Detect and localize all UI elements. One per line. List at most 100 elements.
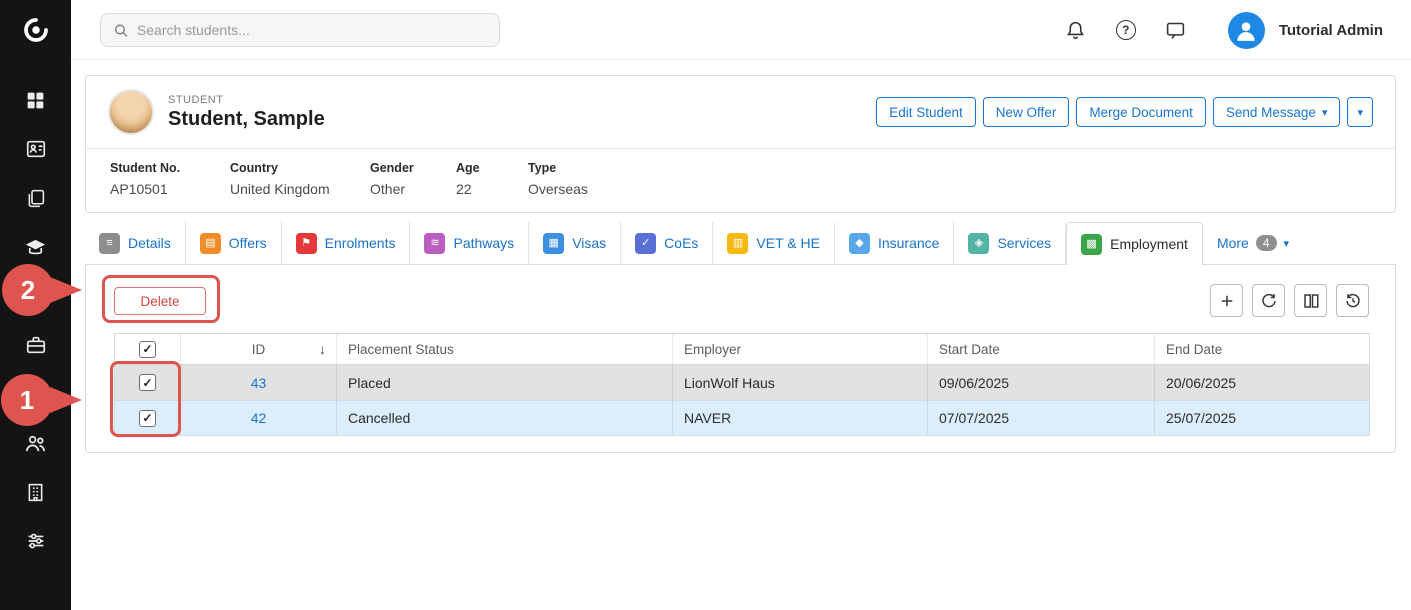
student-tabs: ≡ Details ▤ Offers ⚑ Enrolments ≋ Pathwa… — [85, 222, 1396, 264]
end-date-cell: 20/06/2025 — [1155, 365, 1369, 400]
annotation-step-2-marker: 2 — [2, 264, 54, 316]
annotation-step-2-arrow-icon — [50, 277, 82, 303]
employment-icon[interactable] — [24, 333, 48, 357]
info-age: Age 22 — [456, 161, 528, 197]
info-value: Overseas — [528, 181, 588, 197]
chevron-down-icon: ▾ — [1322, 106, 1328, 119]
record-id-link[interactable]: 43 — [251, 375, 267, 391]
info-label: Type — [528, 161, 588, 175]
pathways-tab-icon: ≋ — [424, 233, 445, 254]
start-date-cell: 07/07/2025 — [928, 401, 1155, 435]
column-header-start-date[interactable]: Start Date — [928, 334, 1155, 364]
info-type: Type Overseas — [528, 161, 588, 197]
edit-student-button[interactable]: Edit Student — [876, 97, 976, 127]
columns-icon — [1302, 292, 1320, 310]
tab-label: VET & HE — [756, 235, 820, 251]
student-search[interactable] — [100, 13, 500, 47]
more-actions-button[interactable]: ▾ — [1347, 97, 1373, 127]
merge-document-button[interactable]: Merge Document — [1076, 97, 1206, 127]
chat-icon[interactable] — [1164, 18, 1188, 42]
chevron-down-icon: ▾ — [1357, 106, 1363, 119]
sort-descending-icon[interactable]: ↓ — [319, 341, 326, 357]
table-row[interactable]: ✓ 42 Cancelled NAVER 07/07/2025 25/07/20… — [115, 400, 1369, 435]
agents-icon[interactable] — [24, 431, 48, 455]
employer-cell: LionWolf Haus — [673, 365, 928, 400]
tab-visas[interactable]: ▦ Visas — [529, 222, 621, 264]
coes-tab-icon: ✓ — [635, 233, 656, 254]
dashboard-icon[interactable] — [24, 88, 48, 112]
placement-status-cell: Cancelled — [337, 401, 673, 435]
start-date-cell: 09/06/2025 — [928, 365, 1155, 400]
chevron-down-icon: ▾ — [1284, 237, 1290, 250]
send-message-button[interactable]: Send Message ▾ — [1213, 97, 1341, 127]
record-id-link[interactable]: 42 — [251, 410, 267, 426]
notifications-bell-icon[interactable] — [1064, 18, 1088, 42]
info-value: 22 — [456, 181, 528, 197]
tab-details[interactable]: ≡ Details — [85, 222, 186, 264]
tab-services[interactable]: ◈ Services — [954, 222, 1066, 264]
info-label: Country — [230, 161, 370, 175]
tab-employment[interactable]: ▩ Employment — [1066, 222, 1203, 265]
column-header-end-date[interactable]: End Date — [1155, 334, 1369, 364]
courses-icon[interactable] — [24, 235, 48, 259]
refresh-icon — [1260, 292, 1278, 310]
tab-label: Pathways — [453, 235, 514, 251]
add-record-button[interactable] — [1210, 284, 1243, 317]
tab-vet-he[interactable]: ▥ VET & HE — [713, 222, 835, 264]
annotation-highlight-delete — [102, 275, 220, 323]
organisations-icon[interactable] — [24, 480, 48, 504]
student-avatar — [108, 89, 154, 135]
tab-label: Offers — [229, 235, 267, 251]
tab-label: Enrolments — [325, 235, 396, 251]
settings-icon[interactable] — [24, 529, 48, 553]
tab-insurance[interactable]: ◆ Insurance — [835, 222, 954, 264]
info-gender: Gender Other — [370, 161, 456, 197]
select-all-cell: ✓ — [115, 334, 181, 364]
tab-label: Services — [997, 235, 1051, 251]
tab-label: Visas — [572, 235, 606, 251]
vet-he-tab-icon: ▥ — [727, 233, 748, 254]
annotation-step-1-number: 1 — [20, 385, 34, 416]
table-header-row: ✓ ID ↓ Placement Status Employer Start D… — [115, 334, 1369, 365]
enrolments-tab-icon: ⚑ — [296, 233, 317, 254]
user-menu[interactable]: Tutorial Admin — [1228, 12, 1383, 49]
employment-table: ✓ ID ↓ Placement Status Employer Start D… — [114, 333, 1370, 436]
tab-offers[interactable]: ▤ Offers — [186, 222, 282, 264]
tab-more[interactable]: More 4 ▾ — [1203, 222, 1303, 264]
record-type-label: STUDENT — [168, 94, 325, 106]
info-country: Country United Kingdom — [230, 161, 370, 197]
column-header-id[interactable]: ID ↓ — [181, 334, 337, 364]
insurance-tab-icon: ◆ — [849, 233, 870, 254]
offers-tab-icon: ▤ — [200, 233, 221, 254]
help-glyph: ? — [1116, 20, 1136, 40]
search-icon — [113, 22, 129, 39]
documents-icon[interactable] — [24, 186, 48, 210]
table-row[interactable]: ✓ 43 Placed LionWolf Haus 09/06/2025 20/… — [115, 365, 1369, 400]
column-header-placement-status[interactable]: Placement Status — [337, 334, 673, 364]
annotation-highlight-checkboxes — [110, 361, 181, 437]
annotation-step-1-marker: 1 — [1, 374, 53, 426]
column-header-employer[interactable]: Employer — [673, 334, 928, 364]
tab-label: Details — [128, 235, 171, 251]
refresh-button[interactable] — [1252, 284, 1285, 317]
tab-coes[interactable]: ✓ CoEs — [621, 222, 713, 264]
tab-pathways[interactable]: ≋ Pathways — [410, 222, 529, 264]
info-value: AP10501 — [110, 181, 230, 197]
history-button[interactable] — [1336, 284, 1369, 317]
more-label: More — [1217, 235, 1249, 251]
employer-cell: NAVER — [673, 401, 928, 435]
new-offer-button[interactable]: New Offer — [983, 97, 1070, 127]
contacts-icon[interactable] — [24, 137, 48, 161]
student-header-card: STUDENT Student, Sample Edit Student New… — [85, 75, 1396, 213]
column-chooser-button[interactable] — [1294, 284, 1327, 317]
info-label: Age — [456, 161, 528, 175]
annotation-step-1-arrow-icon — [50, 387, 82, 413]
user-avatar-icon — [1228, 12, 1265, 49]
tab-enrolments[interactable]: ⚑ Enrolments — [282, 222, 411, 264]
search-input[interactable] — [137, 22, 487, 38]
select-all-checkbox[interactable]: ✓ — [139, 341, 156, 358]
app-logo[interactable] — [0, 0, 71, 60]
help-icon[interactable]: ? — [1114, 18, 1138, 42]
services-tab-icon: ◈ — [968, 233, 989, 254]
employment-panel: Delete ✓ ID ↓ Placement Status Employer … — [85, 264, 1396, 453]
